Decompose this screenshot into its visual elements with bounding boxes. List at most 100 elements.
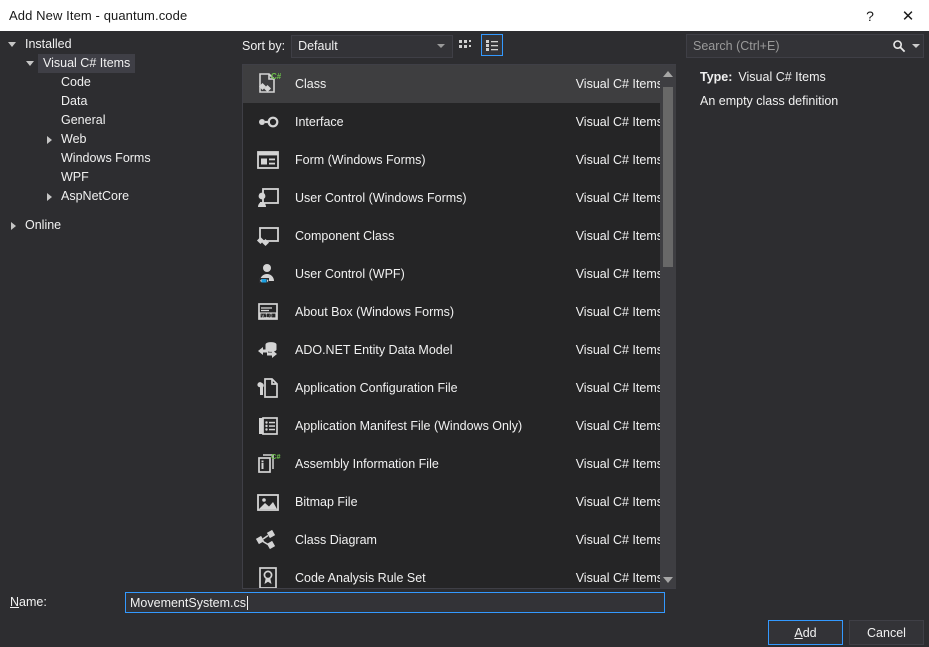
app-config-icon — [251, 373, 285, 403]
svg-text:C#: C# — [271, 72, 281, 81]
tree-item-label: AspNetCore — [61, 189, 130, 203]
list-item[interactable]: Component Class Visual C# Items — [243, 217, 675, 255]
tree-item-label: Web — [61, 132, 87, 146]
add-button-rest: dd — [802, 625, 817, 640]
about-box-icon: v.1.0 — [251, 297, 285, 327]
tree-item-web[interactable]: Web — [0, 130, 238, 149]
list-item[interactable]: Bitmap File Visual C# Items — [243, 483, 675, 521]
tree-item-label: Installed — [25, 37, 72, 51]
svg-text:C#: C# — [271, 452, 281, 461]
list-item[interactable]: C# Assembly Information File Visual C# Ite… — [243, 445, 675, 483]
class-file-icon: C# — [251, 69, 285, 99]
scroll-up-button[interactable] — [660, 65, 676, 82]
expander-expand-icon[interactable] — [42, 192, 56, 201]
list-item-name: Component Class — [295, 229, 395, 243]
list-item-name: Class — [295, 77, 327, 91]
list-item-category: Visual C# Items — [575, 153, 663, 167]
list-item[interactable]: Interface Visual C# Items — [243, 103, 675, 141]
scrollbar-thumb[interactable] — [663, 87, 673, 267]
ado-net-entity-icon — [251, 335, 285, 365]
list-item[interactable]: ADO.NET Entity Data Model Visual C# Items — [243, 331, 675, 369]
name-input[interactable]: MovementSystem.cs — [125, 592, 665, 613]
expander-collapse-icon[interactable] — [24, 61, 38, 66]
tree-item-windows-forms[interactable]: Windows Forms — [0, 149, 238, 168]
list-item-category: Visual C# Items — [575, 495, 663, 509]
text-caret — [247, 595, 249, 610]
class-diagram-icon — [251, 525, 285, 555]
list-item[interactable]: User Control (WPF) Visual C# Items — [243, 255, 675, 293]
tree-item-online[interactable]: Online — [0, 216, 238, 235]
tree-item-label: Data — [61, 94, 88, 108]
expander-collapse-icon[interactable] — [6, 42, 20, 47]
sort-by-dropdown[interactable]: Default — [291, 34, 454, 58]
list-item-name: Interface — [295, 115, 344, 129]
tree-item-data[interactable]: Data — [0, 92, 238, 111]
list-item[interactable]: v.1.0 About Box (Windows Forms) Visual C# … — [243, 293, 675, 331]
window-controls: ? ✕ — [853, 0, 929, 31]
list-item-category: Visual C# Items — [575, 305, 663, 319]
list-item-name: User Control (Windows Forms) — [295, 191, 467, 205]
tree-item-label: General — [61, 113, 106, 127]
list-item-name: Class Diagram — [295, 533, 377, 547]
list-view-icon — [486, 40, 498, 51]
bitmap-icon — [251, 487, 285, 517]
list-scrollbar[interactable] — [660, 64, 676, 589]
search-input[interactable] — [687, 39, 889, 53]
list-item[interactable]: User Control (Windows Forms) Visual C# It… — [243, 179, 675, 217]
list-item-name: About Box (Windows Forms) — [295, 305, 455, 319]
user-control-wpf-icon — [251, 259, 285, 289]
list-item-category: Visual C# Items — [575, 571, 663, 585]
tree-item-installed[interactable]: Installed — [0, 35, 238, 54]
list-item-name: User Control (WPF) — [295, 267, 405, 281]
tree-item-label: Visual C# Items — [38, 54, 136, 73]
chevron-down-icon — [437, 44, 446, 48]
search-box[interactable] — [686, 34, 924, 58]
grid-view-icon — [459, 40, 471, 48]
list-item-category: Visual C# Items — [575, 381, 663, 395]
expander-expand-icon[interactable] — [42, 135, 56, 144]
list-item[interactable]: Application Manifest File (Windows Only)… — [243, 407, 675, 445]
dialog-title: Add New Item - quantum.code — [9, 8, 188, 23]
list-item-category: Visual C# Items — [575, 457, 663, 471]
list-item[interactable]: Form (Windows Forms) Visual C# Items — [243, 141, 675, 179]
expander-expand-icon[interactable] — [6, 221, 20, 230]
list-item[interactable]: Code Analysis Rule Set Visual C# Items — [243, 559, 675, 588]
close-button[interactable]: ✕ — [887, 0, 929, 31]
list-item[interactable]: C# Class Visual C# Items — [243, 65, 675, 103]
scroll-down-button[interactable] — [660, 571, 676, 588]
add-button-accel: A — [794, 625, 803, 640]
item-templates-list[interactable]: C# Class Visual C# Items Interface Visual C#… — [242, 64, 676, 589]
tree-item-label: Windows Forms — [61, 151, 151, 165]
cancel-button[interactable]: Cancel — [849, 620, 924, 645]
title-bar: Add New Item - quantum.code ? ✕ — [0, 0, 929, 31]
sort-by-label: Sort by: — [242, 39, 286, 53]
name-label-accel: N — [10, 595, 20, 609]
chevron-down-icon — [912, 44, 920, 48]
tree-item-label: Online — [25, 218, 62, 232]
search-dropdown-button[interactable] — [909, 44, 923, 48]
sort-by-value: Default — [298, 39, 338, 53]
tree-item-aspnetcore[interactable]: AspNetCore — [0, 187, 238, 206]
details-type-row: Type: Visual C# Items — [700, 70, 920, 84]
name-input-value: MovementSystem.cs — [130, 595, 247, 610]
categories-tree: Installed Visual C# Items Code Data General W… — [0, 31, 238, 587]
tree-item-wpf[interactable]: WPF — [0, 168, 238, 187]
tree-item-code[interactable]: Code — [0, 73, 238, 92]
list-item-name: Application Configuration File — [295, 381, 458, 395]
list-item[interactable]: Application Configuration File Visual C# … — [243, 369, 675, 407]
grid-view-button[interactable] — [454, 34, 476, 56]
help-button[interactable]: ? — [853, 0, 887, 31]
list-item[interactable]: Class Diagram Visual C# Items — [243, 521, 675, 559]
list-item-category: Visual C# Items — [575, 419, 663, 433]
list-item-category: Visual C# Items — [575, 229, 663, 243]
triangle-down-icon — [663, 576, 673, 583]
details-type-label: Type: — [700, 70, 733, 84]
tree-item-visual-c-items[interactable]: Visual C# Items — [0, 54, 238, 73]
add-button[interactable]: Add — [768, 620, 843, 645]
list-item-name: Assembly Information File — [295, 457, 439, 471]
list-item-name: Code Analysis Rule Set — [295, 571, 426, 585]
tree-item-general[interactable]: General — [0, 111, 238, 130]
sort-bar: Sort by: Default — [242, 34, 454, 58]
list-view-button[interactable] — [481, 34, 503, 56]
